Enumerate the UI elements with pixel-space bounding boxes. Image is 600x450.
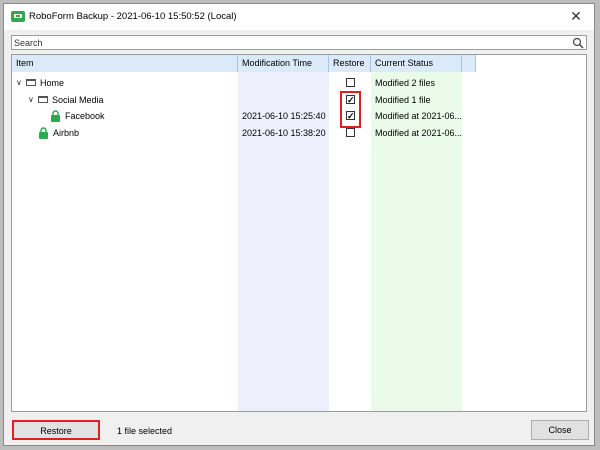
current-status: Modified 1 file [375, 95, 431, 105]
restore-checkbox-highlight [340, 91, 361, 128]
table-row[interactable]: Airbnb 2021-06-10 15:38:20 Modified at 2… [12, 125, 586, 141]
current-status: Modified at 2021-06... [375, 128, 463, 138]
search-input[interactable] [14, 36, 569, 49]
chevron-down-icon[interactable]: ∨ [16, 75, 22, 91]
item-name: Social Media [52, 95, 104, 105]
roboform-icon [11, 11, 25, 22]
modification-time: 2021-06-10 15:25:40 [242, 111, 326, 121]
column-header-restore[interactable]: Restore [329, 55, 371, 72]
window-title: RoboForm Backup - 2021-06-10 15:50:52 (L… [29, 11, 237, 22]
column-header-item[interactable]: Item [12, 55, 238, 72]
folder-icon [26, 79, 36, 86]
lock-icon [51, 110, 60, 122]
folder-icon [38, 96, 48, 103]
search-icon[interactable] [572, 37, 584, 49]
current-status: Modified at 2021-06... [375, 111, 463, 121]
column-header-current-status[interactable]: Current Status [371, 55, 462, 72]
item-name: Facebook [65, 111, 105, 121]
modification-time: 2021-06-10 15:38:20 [242, 128, 326, 138]
close-button[interactable]: Close [531, 420, 589, 440]
close-icon[interactable]: ✕ [568, 8, 584, 24]
column-header-spacer [462, 55, 476, 72]
table-row[interactable]: ∨ Social Media ✓ Modified 1 file [12, 92, 586, 108]
current-status: Modified 2 files [375, 78, 436, 88]
backup-dialog: RoboForm Backup - 2021-06-10 15:50:52 (L… [3, 3, 595, 446]
lock-icon [39, 127, 48, 139]
item-name: Airbnb [53, 128, 80, 138]
table-row[interactable]: Facebook 2021-06-10 15:25:40 ✓ Modified … [12, 108, 586, 124]
restore-checkbox[interactable] [346, 78, 355, 87]
restore-checkbox[interactable] [346, 128, 355, 137]
item-name: Home [40, 78, 65, 88]
search-box [11, 35, 587, 50]
selection-status: 1 file selected [117, 426, 173, 436]
chevron-down-icon[interactable]: ∨ [28, 92, 34, 108]
column-header-modification-time[interactable]: Modification Time [238, 55, 329, 72]
backup-items-table: Item Modification Time Restore Current S… [11, 54, 587, 412]
table-header: Item Modification Time Restore Current S… [12, 55, 586, 72]
table-row[interactable]: ∨ Home Modified 2 files [12, 75, 586, 91]
restore-button[interactable]: Restore [12, 420, 100, 440]
title-bar: RoboForm Backup - 2021-06-10 15:50:52 (L… [4, 4, 594, 30]
